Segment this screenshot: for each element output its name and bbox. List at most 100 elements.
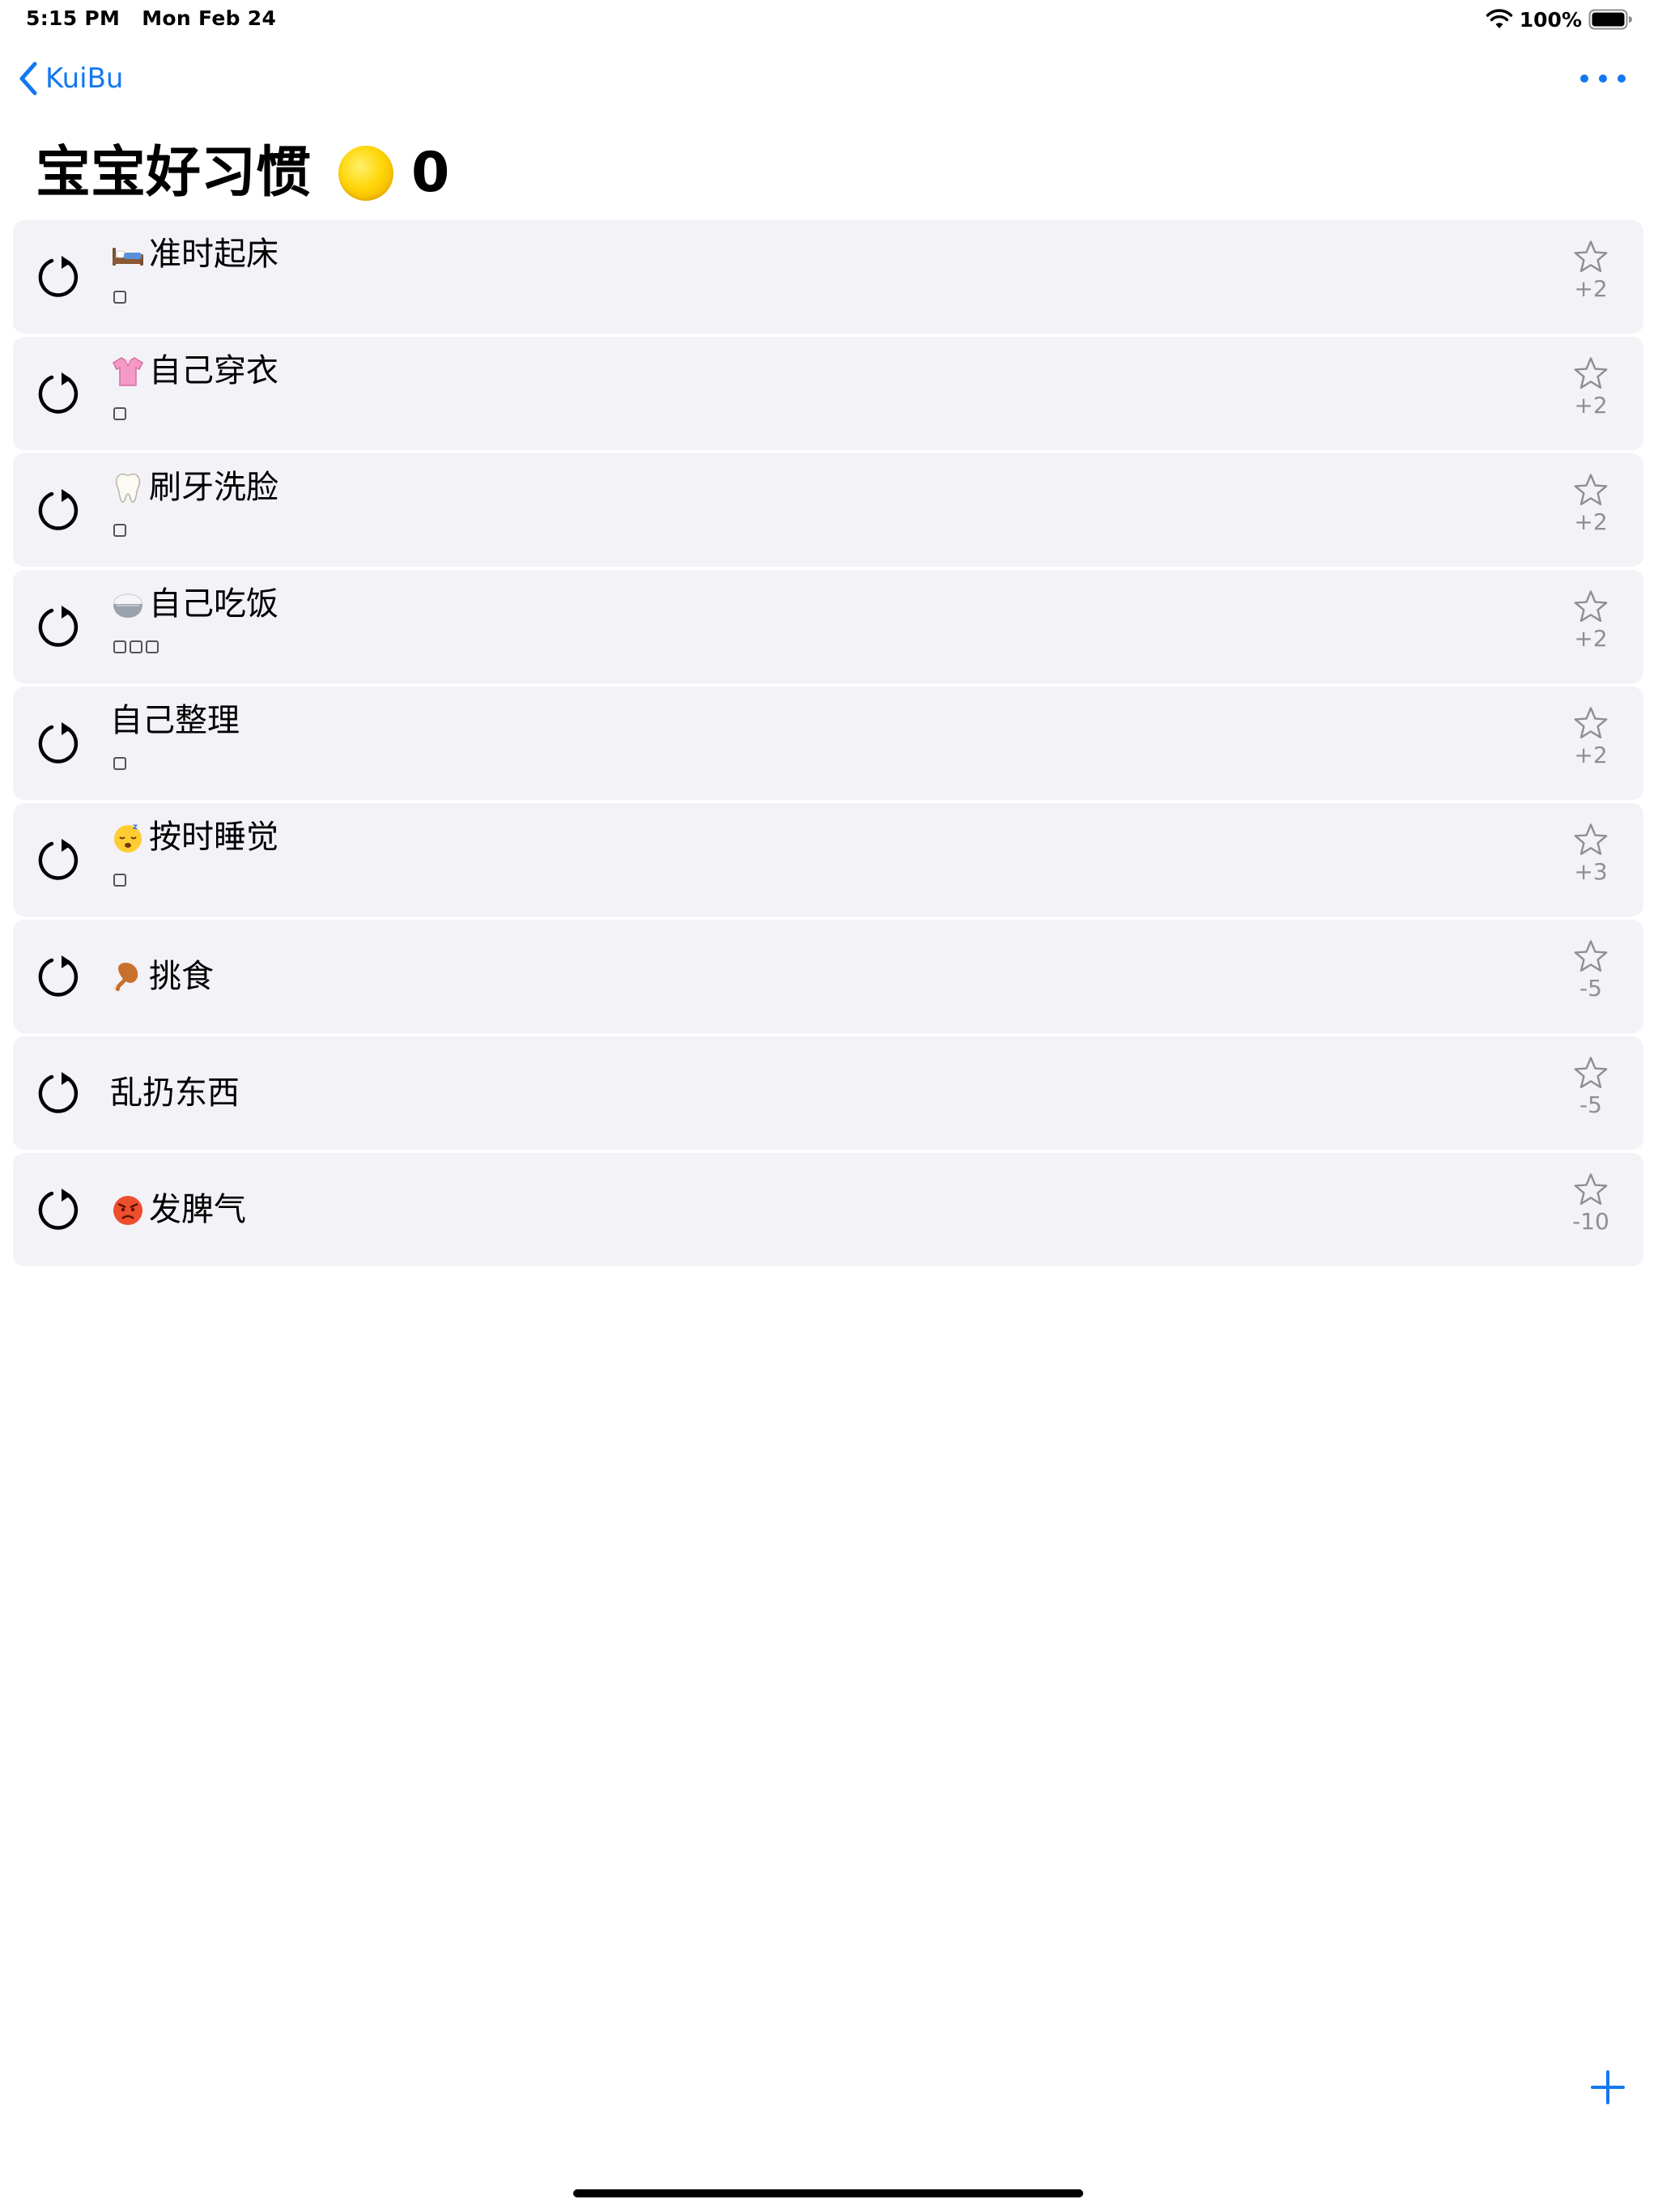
reward-button[interactable]: +2 <box>1562 706 1619 768</box>
back-button[interactable]: KuiBu <box>18 58 123 99</box>
progress-box <box>113 524 126 537</box>
habit-name-text: 自己穿衣 <box>149 352 278 389</box>
progress-box <box>113 757 126 770</box>
progress-boxes <box>113 291 126 304</box>
battery-icon <box>1588 9 1632 30</box>
habit-row[interactable]: 自己穿衣 +2 <box>13 337 1643 450</box>
progress-box <box>146 640 159 653</box>
reset-icon[interactable] <box>34 486 83 534</box>
status-time: 5:15 PM Mon Feb 24 <box>26 6 276 30</box>
star-icon <box>1574 1173 1608 1205</box>
more-button[interactable] <box>1580 65 1626 92</box>
status-date-text: Mon Feb 24 <box>142 6 277 30</box>
reward-button[interactable]: -5 <box>1562 1056 1619 1118</box>
sleeping-face-icon: z <box>110 819 146 855</box>
tooth-icon <box>110 470 146 505</box>
reset-icon[interactable] <box>34 602 83 651</box>
star-icon <box>1574 474 1608 505</box>
reward-points: +2 <box>1574 275 1608 302</box>
shirt-icon <box>110 353 146 389</box>
reward-button[interactable]: +2 <box>1562 589 1619 652</box>
reward-points: +3 <box>1574 858 1608 885</box>
angry-face-icon <box>110 1192 146 1227</box>
habit-name: z 按时睡觉 <box>110 816 278 858</box>
plus-icon[interactable] <box>1590 2069 1626 2105</box>
progress-boxes <box>113 757 126 770</box>
habit-name: 乱扔东西 <box>110 1072 240 1114</box>
svg-text:z: z <box>133 823 138 832</box>
habit-name: 刷牙洗脸 <box>110 466 278 508</box>
score: 0 <box>411 141 450 205</box>
star-icon <box>1574 707 1608 738</box>
rice-bowl-icon <box>110 586 146 622</box>
reset-icon[interactable] <box>34 1069 83 1117</box>
progress-box <box>113 407 126 420</box>
habit-row[interactable]: 自己整理 +2 <box>13 687 1643 800</box>
habit-name: 自己吃饭 <box>110 583 278 625</box>
star-icon <box>1574 823 1608 855</box>
reward-button[interactable]: +3 <box>1562 823 1619 885</box>
home-indicator[interactable] <box>573 2189 1083 2197</box>
habit-name-text: 发脾气 <box>149 1191 246 1228</box>
back-button-label: KuiBu <box>45 62 124 95</box>
habit-name: 发脾气 <box>110 1189 246 1231</box>
status-right: 100% <box>1486 5 1632 34</box>
reward-points: +2 <box>1574 508 1608 535</box>
reset-icon[interactable] <box>34 952 83 1001</box>
reset-icon[interactable] <box>34 1185 83 1234</box>
ellipsis-dot <box>1618 74 1626 83</box>
habit-name-text: 刷牙洗脸 <box>149 469 278 506</box>
reward-points: +2 <box>1574 625 1608 652</box>
reward-points: +2 <box>1574 392 1608 419</box>
habit-name: 准时起床 <box>110 233 278 275</box>
habit-name-text: 挑食 <box>149 958 214 995</box>
reward-points: -5 <box>1579 1091 1602 1118</box>
habit-row[interactable]: 挑食 -5 <box>13 920 1643 1033</box>
star-icon <box>1574 590 1608 622</box>
progress-box <box>113 640 126 653</box>
habit-name: 挑食 <box>110 955 214 998</box>
reset-icon[interactable] <box>34 369 83 418</box>
habit-name-text: 自己整理 <box>110 702 240 739</box>
yellow-circle-icon <box>338 146 394 201</box>
star-icon <box>1574 357 1608 389</box>
habit-row[interactable]: z 按时睡觉 +3 <box>13 803 1643 917</box>
reward-button[interactable]: -10 <box>1562 1172 1619 1235</box>
star-icon <box>1574 940 1608 972</box>
habit-name-text: 自己吃饭 <box>149 585 278 623</box>
reward-button[interactable]: -5 <box>1562 939 1619 1002</box>
habit-row[interactable]: 准时起床 +2 <box>13 220 1643 334</box>
reward-button[interactable]: +2 <box>1562 473 1619 535</box>
habit-row[interactable]: 乱扔东西 -5 <box>13 1036 1643 1150</box>
reset-icon[interactable] <box>34 719 83 768</box>
habit-list: 准时起床 +2 自己穿衣 +2 刷牙洗脸 +2 自己吃饭 +2 自己整理 +2 … <box>13 220 1643 1270</box>
progress-boxes <box>113 874 126 887</box>
reward-points: -10 <box>1572 1208 1609 1235</box>
habit-row[interactable]: 刷牙洗脸 +2 <box>13 453 1643 567</box>
drumstick-icon <box>110 959 146 994</box>
progress-box <box>113 291 126 304</box>
habit-row[interactable]: 自己吃饭 +2 <box>13 570 1643 683</box>
reward-button[interactable]: +2 <box>1562 240 1619 302</box>
wifi-icon <box>1486 9 1512 28</box>
habit-name: 自己整理 <box>110 700 240 742</box>
status-bar: 5:15 PM Mon Feb 24 100% <box>0 0 1658 39</box>
status-time-text: 5:15 PM <box>26 6 121 30</box>
habit-name-text: 乱扔东西 <box>110 1074 240 1112</box>
progress-boxes <box>113 407 126 420</box>
chevron-left-icon <box>19 62 37 96</box>
reward-points: +2 <box>1574 742 1608 768</box>
habit-name-text: 按时睡觉 <box>149 819 278 856</box>
habit-name-text: 准时起床 <box>149 236 278 273</box>
habit-row[interactable]: 发脾气 -10 <box>13 1153 1643 1266</box>
ellipsis-dot <box>1599 74 1607 83</box>
page-title-row: 宝宝好习惯 0 <box>36 136 449 211</box>
habit-name: 自己穿衣 <box>110 350 278 392</box>
bed-icon <box>110 236 146 272</box>
reward-button[interactable]: +2 <box>1562 356 1619 419</box>
progress-box <box>113 874 126 887</box>
reset-icon[interactable] <box>34 253 83 301</box>
star-icon <box>1574 240 1608 272</box>
reset-icon[interactable] <box>34 836 83 884</box>
reward-points: -5 <box>1579 975 1602 1002</box>
